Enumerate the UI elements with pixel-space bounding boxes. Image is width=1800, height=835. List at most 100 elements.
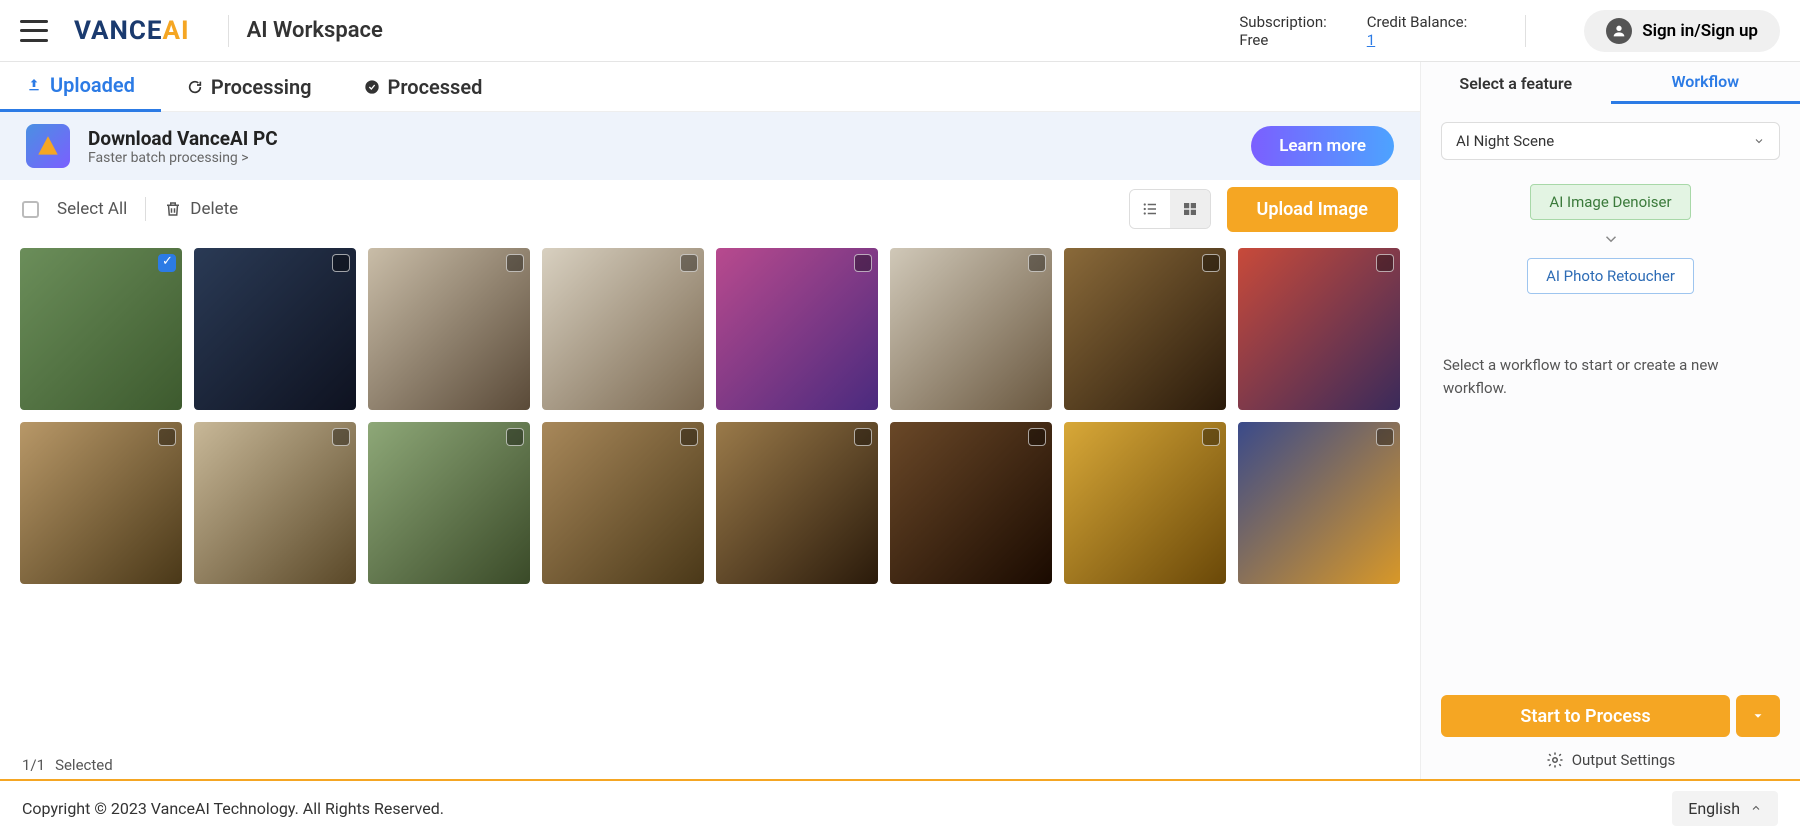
thumbnail-image [368, 422, 530, 584]
user-icon [1606, 18, 1632, 44]
learn-more-button[interactable]: Learn more [1251, 126, 1394, 166]
check-circle-icon [364, 79, 380, 95]
thumbnail[interactable] [20, 422, 182, 584]
thumbnail-image [194, 422, 356, 584]
divider [228, 15, 229, 47]
thumbnail[interactable] [1064, 422, 1226, 584]
tab-processing[interactable]: Processing [161, 62, 338, 112]
promo-subtitle[interactable]: Faster batch processing > [88, 150, 1233, 166]
start-process-button[interactable]: Start to Process [1441, 695, 1730, 737]
signin-label: Sign in/Sign up [1642, 21, 1758, 41]
thumbnail-checkbox[interactable] [1376, 428, 1394, 446]
thumbnail[interactable] [20, 248, 182, 410]
thumbnail-checkbox[interactable] [854, 428, 872, 446]
output-settings-button[interactable]: Output Settings [1441, 751, 1780, 769]
thumbnail[interactable] [1064, 248, 1226, 410]
logo-main: VANCE [74, 16, 162, 46]
thumbnail-checkbox[interactable] [1028, 254, 1046, 272]
logo[interactable]: VANCEAI [74, 16, 190, 46]
tab-label: Processed [388, 75, 483, 99]
thumbnail[interactable] [194, 422, 356, 584]
main: Uploaded Processing Processed Download V… [0, 62, 1800, 779]
thumbnail-image [20, 422, 182, 584]
thumbnail-checkbox[interactable] [1202, 254, 1220, 272]
thumbnail[interactable] [716, 422, 878, 584]
thumbnail-image [1064, 422, 1226, 584]
toolbar: Select All Delete Upload Image [0, 180, 1420, 238]
thumbnail-checkbox[interactable] [332, 254, 350, 272]
workflow-step-1[interactable]: AI Image Denoiser [1530, 184, 1690, 220]
output-settings-label: Output Settings [1572, 751, 1676, 769]
promo-title: Download VanceAI PC [88, 127, 1233, 150]
tab-uploaded[interactable]: Uploaded [0, 62, 161, 112]
thumbnail-image [1238, 422, 1400, 584]
signin-button[interactable]: Sign in/Sign up [1584, 10, 1780, 52]
thumbnail-checkbox[interactable] [506, 254, 524, 272]
thumbnail[interactable] [542, 248, 704, 410]
thumbnail-checkbox[interactable] [158, 428, 176, 446]
toolbar-right: Upload Image [1129, 187, 1399, 232]
thumbnail-checkbox[interactable] [1028, 428, 1046, 446]
right-panel: Select a feature Workflow AI Night Scene… [1420, 62, 1800, 779]
thumbnail-checkbox[interactable] [1202, 428, 1220, 446]
thumbnail-checkbox[interactable] [332, 428, 350, 446]
thumbnail[interactable] [890, 422, 1052, 584]
thumbnail[interactable] [716, 248, 878, 410]
upload-button[interactable]: Upload Image [1227, 187, 1399, 232]
select-value: AI Night Scene [1456, 132, 1554, 150]
thumbnail-image [716, 248, 878, 410]
thumbnail-checkbox[interactable] [854, 254, 872, 272]
grid-view-button[interactable] [1170, 190, 1210, 228]
thumbnail-image [20, 248, 182, 410]
tab-workflow[interactable]: Workflow [1611, 62, 1800, 104]
thumbnail-image [194, 248, 356, 410]
select-all-label[interactable]: Select All [57, 199, 127, 219]
right-tabs: Select a feature Workflow [1421, 62, 1800, 104]
refresh-icon [187, 79, 203, 95]
workflow-select[interactable]: AI Night Scene [1441, 122, 1780, 160]
process-dropdown-button[interactable] [1736, 695, 1780, 737]
view-toggle [1129, 189, 1211, 229]
thumbnail[interactable] [368, 248, 530, 410]
select-all-checkbox[interactable] [22, 201, 39, 218]
gear-icon [1546, 751, 1564, 769]
tab-select-feature[interactable]: Select a feature [1421, 62, 1611, 104]
menu-icon[interactable] [20, 20, 48, 42]
credit-value[interactable]: 1 [1367, 31, 1467, 49]
status-bar: 1/1 Selected [0, 751, 1420, 779]
thumbnail[interactable] [368, 422, 530, 584]
process-row: Start to Process [1441, 695, 1780, 737]
tab-label: Uploaded [50, 73, 135, 97]
delete-label: Delete [190, 199, 238, 219]
delete-button[interactable]: Delete [164, 199, 238, 219]
thumbnail-checkbox[interactable] [1376, 254, 1394, 272]
thumbnail-image [1064, 248, 1226, 410]
workspace-title: AI Workspace [247, 18, 383, 43]
thumbnail-checkbox[interactable] [158, 254, 176, 272]
app-icon [26, 124, 70, 168]
chevron-up-icon [1750, 802, 1762, 814]
header-right: Subscription: Free Credit Balance: 1 Sig… [1239, 10, 1780, 52]
workflow-steps: AI Image Denoiser AI Photo Retoucher [1421, 184, 1800, 294]
thumbnail[interactable] [1238, 422, 1400, 584]
thumbnail[interactable] [1238, 248, 1400, 410]
tab-processed[interactable]: Processed [338, 62, 509, 112]
thumbnail[interactable] [542, 422, 704, 584]
subscription-stat: Subscription: Free [1239, 13, 1326, 49]
trash-icon [164, 200, 182, 218]
divider [1525, 15, 1526, 47]
thumbnail-checkbox[interactable] [506, 428, 524, 446]
header: VANCEAI AI Workspace Subscription: Free … [0, 0, 1800, 62]
left-panel: Uploaded Processing Processed Download V… [0, 62, 1420, 779]
thumbnail-checkbox[interactable] [680, 254, 698, 272]
thumbnail[interactable] [194, 248, 356, 410]
image-grid [0, 238, 1420, 751]
list-view-button[interactable] [1130, 190, 1170, 228]
divider [145, 197, 146, 221]
copyright: Copyright © 2023 VanceAI Technology. All… [22, 799, 444, 818]
thumbnail-checkbox[interactable] [680, 428, 698, 446]
language-selector[interactable]: English [1672, 791, 1778, 826]
thumbnail[interactable] [890, 248, 1052, 410]
page-count: 1/1 [22, 756, 45, 774]
workflow-step-2[interactable]: AI Photo Retoucher [1527, 258, 1694, 294]
